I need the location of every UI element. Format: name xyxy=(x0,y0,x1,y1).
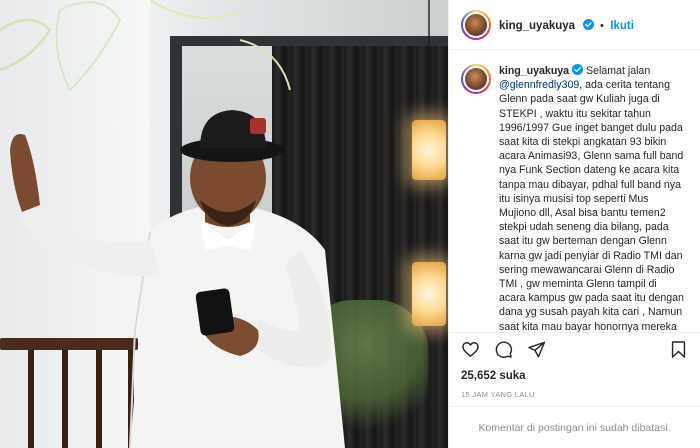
comment-icon[interactable] xyxy=(494,340,513,359)
caption-mention-link[interactable]: @glennfredly309 xyxy=(499,79,579,91)
caption-avatar[interactable] xyxy=(461,64,491,94)
instagram-post-view: king_uyakuya • Ikuti king_uyakuya Selama… xyxy=(0,0,700,448)
caption-text: king_uyakuya Selamat jalan @glennfredly3… xyxy=(499,64,685,332)
action-bar xyxy=(449,332,700,366)
header-user: king_uyakuya • Ikuti xyxy=(499,16,634,34)
caption-lead: Selamat jalan xyxy=(586,65,651,77)
avatar[interactable] xyxy=(461,9,491,40)
caption-body: , ada cerita tentang Glenn pada saat gw … xyxy=(499,79,684,332)
likes-count[interactable]: 25,652 suka xyxy=(449,366,700,384)
verified-badge-icon xyxy=(582,18,594,30)
caption-username[interactable]: king_uyakuya xyxy=(499,65,569,77)
post-side-panel: king_uyakuya • Ikuti king_uyakuya Selama… xyxy=(448,0,700,448)
heart-icon[interactable] xyxy=(461,340,480,359)
comments-disabled-notice: Komentar di postingan ini sudah dibatasi… xyxy=(449,406,700,448)
follow-button[interactable]: Ikuti xyxy=(610,20,634,32)
username-link[interactable]: king_uyakuya xyxy=(499,20,575,32)
post-header: king_uyakuya • Ikuti xyxy=(449,0,700,50)
separator-dot: • xyxy=(599,19,604,32)
photo-person xyxy=(10,110,345,448)
verified-badge-icon xyxy=(572,64,584,75)
post-photo[interactable] xyxy=(0,0,448,448)
caption-area: king_uyakuya Selamat jalan @glennfredly3… xyxy=(449,50,700,332)
bookmark-icon[interactable] xyxy=(669,340,688,359)
share-icon[interactable] xyxy=(527,340,546,359)
post-timestamp[interactable]: 15 JAM YANG LALU xyxy=(449,384,700,406)
